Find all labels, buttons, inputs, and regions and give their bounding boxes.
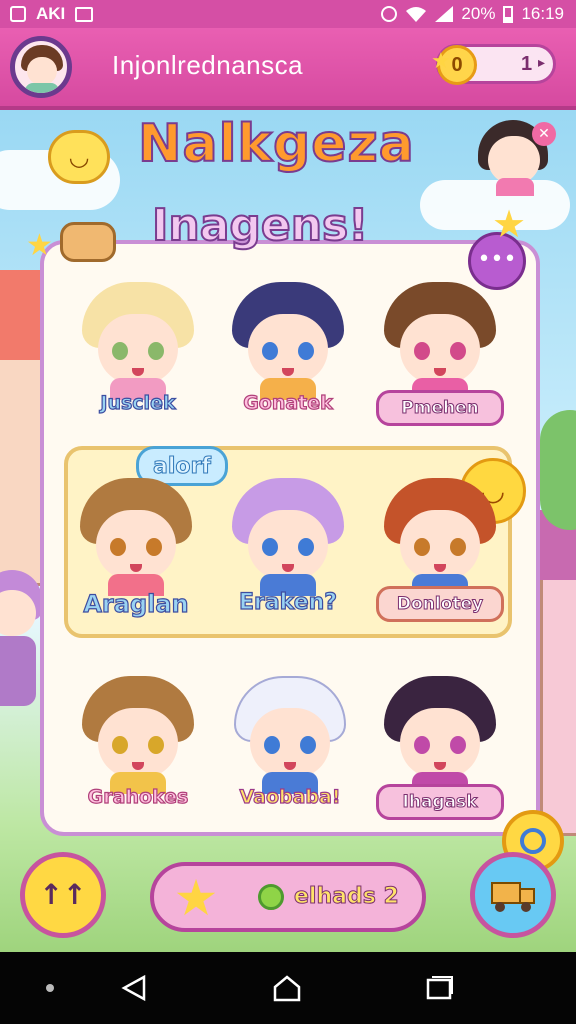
- character-name: Donlotey: [376, 586, 504, 622]
- dot-icon: [46, 984, 54, 992]
- tree: [540, 410, 576, 530]
- character-name: Gonatek: [243, 391, 334, 414]
- username: Injonlrednansca: [112, 50, 304, 80]
- game-title: Nalkgeza: [137, 113, 415, 175]
- chat-bubble-icon: ◡: [48, 130, 110, 184]
- side-character: [0, 570, 42, 710]
- character-card[interactable]: Araglan: [68, 478, 198, 634]
- clock: 16:19: [521, 4, 564, 23]
- panel-title: Inagens!: [151, 199, 369, 252]
- system-nav-bar: [0, 952, 576, 1024]
- profile-avatar[interactable]: [10, 36, 72, 98]
- character-name: Pmehen: [376, 390, 504, 426]
- online-icon: [258, 884, 284, 910]
- battery-icon: [503, 6, 514, 23]
- character-card[interactable]: Donlotey: [372, 478, 504, 634]
- chevron-right-icon: ▸: [537, 55, 545, 71]
- character-name: Jusclek: [100, 391, 176, 414]
- star-icon: ★: [431, 49, 451, 74]
- home-icon[interactable]: [272, 974, 302, 1002]
- upgrade-button[interactable]: ↑↑: [20, 852, 106, 938]
- recent-apps-icon[interactable]: [424, 974, 454, 1002]
- image-icon: [75, 6, 94, 22]
- top-bar: Injonlrednansca 0 ★ 1 ▸: [0, 28, 576, 110]
- shop-button[interactable]: [470, 852, 556, 938]
- friends-label: elhads 2: [294, 884, 400, 910]
- alarm-icon: [381, 6, 398, 22]
- notification-icon: [10, 6, 26, 22]
- character-card[interactable]: Pmehen: [372, 282, 504, 438]
- character-name: Araglan: [83, 589, 189, 618]
- character-name: Ihagask: [376, 784, 504, 820]
- character-name: Grahokes: [87, 785, 189, 808]
- back-icon[interactable]: [120, 974, 148, 1002]
- food-icon: [60, 222, 116, 262]
- close-badge-icon[interactable]: ✕: [532, 122, 556, 146]
- star-icon: ★: [492, 202, 527, 246]
- wifi-icon: [406, 7, 427, 22]
- coin-counter[interactable]: 0 ★ 1 ▸: [431, 44, 556, 85]
- coin-count: 1: [521, 53, 533, 75]
- status-left-text: AKI: [36, 4, 66, 23]
- character-name: Eraken?: [238, 589, 338, 615]
- character-card[interactable]: Jusclek: [70, 282, 200, 438]
- star-icon: ★: [26, 228, 53, 263]
- star-icon: ★: [173, 869, 219, 927]
- character-card[interactable]: Ihagask: [372, 676, 504, 832]
- battery-percent: 20%: [461, 4, 496, 23]
- character-card[interactable]: Vaobaba!: [222, 676, 352, 832]
- friends-bar[interactable]: ★ elhads 2: [150, 862, 426, 932]
- character-name: Vaobaba!: [239, 785, 341, 808]
- character-card[interactable]: Eraken?: [220, 478, 350, 634]
- truck-icon: [491, 882, 535, 912]
- signal-icon: [435, 6, 454, 22]
- character-card[interactable]: Gonatek: [220, 282, 350, 438]
- status-bar: AKI 20% 16:19: [0, 0, 576, 28]
- character-card[interactable]: Grahokes: [70, 676, 200, 832]
